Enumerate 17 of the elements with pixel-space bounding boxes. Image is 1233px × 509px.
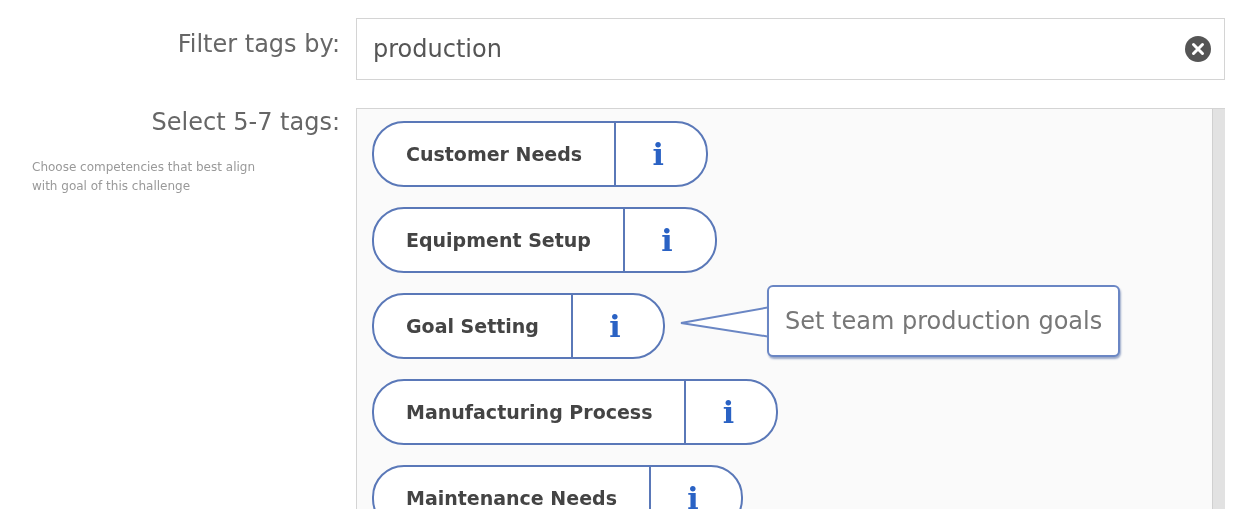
info-button[interactable]: i — [616, 123, 707, 185]
info-button[interactable]: i — [573, 295, 663, 357]
scrollbar[interactable] — [1212, 109, 1225, 509]
info-button[interactable]: i — [686, 381, 777, 443]
tag-pill[interactable]: Maintenance Needs i — [372, 465, 743, 509]
filter-label: Filter tags by: — [176, 29, 340, 60]
tags-label: Select 5-7 tags: — [151, 108, 340, 136]
tag-pill[interactable]: Equipment Setup i — [372, 207, 717, 273]
tag-pill[interactable]: Customer Needs i — [372, 121, 709, 187]
filter-field[interactable]: production — [356, 18, 1225, 80]
clear-icon[interactable] — [1185, 36, 1211, 62]
tag-pill[interactable]: Goal Setting i — [372, 293, 665, 359]
tooltip: Set team production goals — [767, 285, 1121, 357]
info-button[interactable]: i — [650, 467, 741, 509]
tag-pill[interactable]: Manufacturing Process i — [372, 379, 779, 445]
info-button[interactable]: i — [624, 209, 715, 271]
tags-hint: Choose competencies that best align with goal of this challenge — [31, 159, 257, 196]
